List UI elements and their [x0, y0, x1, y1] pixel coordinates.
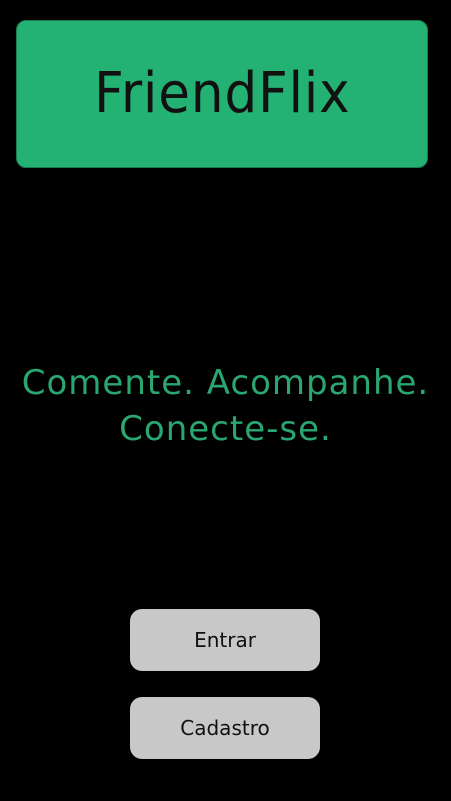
tagline-line-2: Conecte-se. — [119, 409, 332, 449]
tagline: Comente. Acompanhe. Conecte-se. — [0, 360, 451, 452]
login-button[interactable]: Entrar — [130, 609, 320, 671]
landing-screen: FriendFlix Comente. Acompanhe. Conecte-s… — [0, 0, 451, 801]
tagline-line-1: Comente. Acompanhe. — [21, 363, 430, 403]
header-banner: FriendFlix — [16, 20, 428, 168]
app-title: FriendFlix — [93, 61, 351, 126]
signup-button[interactable]: Cadastro — [130, 697, 320, 759]
